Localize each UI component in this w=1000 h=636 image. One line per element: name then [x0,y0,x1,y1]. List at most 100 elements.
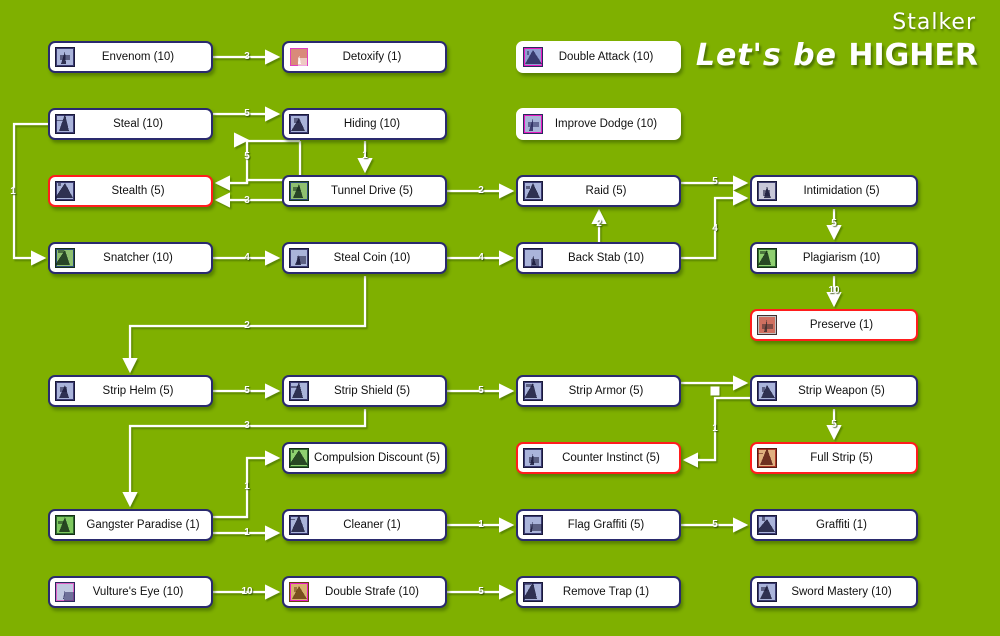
stealth-icon [55,181,75,201]
skill-node-stealth[interactable]: Stealth (5) [48,175,213,207]
skill-node-vultures-eye[interactable]: Vulture's Eye (10) [48,576,213,608]
edge-label-back-stab-raid: 2 [596,218,602,229]
snatcher-icon [55,248,75,268]
skill-node-strip-weapon[interactable]: Strip Weapon (5) [750,375,918,407]
skill-node-label: Compulsion Discount (5) [314,452,440,464]
skill-node-cleaner[interactable]: Cleaner (1) [282,509,447,541]
skill-node-back-stab[interactable]: Back Stab (10) [516,242,681,274]
edge-label-steal-hiding: 5 [244,108,250,119]
remove-trap-icon [523,582,543,602]
skill-node-intimidation[interactable]: Intimidation (5) [750,175,918,207]
skill-node-graffiti[interactable]: Graffiti (1) [750,509,918,541]
edge-marker-strip-armor-strip-weapon [710,386,720,396]
graffiti-icon [757,515,777,535]
skill-node-label: Strip Armor (5) [568,385,644,397]
double-strafe-icon [289,582,309,602]
edge-label-cleaner-flag-graffiti: 1 [478,519,484,530]
skill-node-label: Counter Instinct (5) [562,452,660,464]
skill-node-label: Double Attack (10) [558,51,654,63]
plagiarism-icon [757,248,777,268]
preserve-icon [757,315,777,335]
edge-label-snatcher-steal-coin: 4 [244,252,250,263]
edge-label-gangster-paradise-cleaner: 1 [244,527,250,538]
double-attack-icon [523,47,543,67]
skill-node-full-strip[interactable]: Full Strip (5) [750,442,918,474]
edge-label-strip-shield-gangster-paradise: 3 [244,420,250,431]
skill-tree-canvas: Stalker Let's be HIGHER 3 5 1 5 1 3 2 4 … [0,0,1000,636]
back-stab-icon [523,248,543,268]
strip-armor-icon [523,381,543,401]
skill-node-double-attack[interactable]: Double Attack (10) [516,41,681,73]
skill-node-label: Envenom (10) [101,51,175,63]
skill-node-steal-coin[interactable]: Steal Coin (10) [282,242,447,274]
edge-label-hiding-tunnel-drive: 1 [362,150,368,161]
strip-helm-icon [55,381,75,401]
skill-node-gangster-paradise[interactable]: Gangster Paradise (1) [48,509,213,541]
skill-node-compulsion-discount[interactable]: Compulsion Discount (5) [282,442,447,474]
edge-label-vultures-eye-double-strafe: 10 [241,586,253,597]
raid-icon [523,181,543,201]
edge-label-envenom-detoxify: 3 [244,51,250,62]
edge-label-steal-coin-strip-helm: 2 [244,320,250,331]
edge-label-strip-weapon-full-strip: 5 [831,419,837,430]
edge-label-strip-shield-strip-armor: 5 [478,385,484,396]
skill-node-label: Cleaner (1) [343,519,401,531]
edge-label-strip-helm-strip-shield: 5 [244,385,250,396]
edge-label-flag-graffiti-graffiti: 5 [712,519,718,530]
strip-weapon-icon [757,381,777,401]
skill-node-strip-helm[interactable]: Strip Helm (5) [48,375,213,407]
skill-node-label: Remove Trap (1) [562,586,650,598]
skill-node-tunnel-drive[interactable]: Tunnel Drive (5) [282,175,447,207]
skill-node-label: Graffiti (1) [816,519,867,531]
skill-node-snatcher[interactable]: Snatcher (10) [48,242,213,274]
skill-node-label: Improve Dodge (10) [554,118,658,130]
tunnel-drive-icon [289,181,309,201]
skill-node-counter-instinct[interactable]: Counter Instinct (5) [516,442,681,474]
skill-node-double-strafe[interactable]: Double Strafe (10) [282,576,447,608]
vultures-eye-icon [55,582,75,602]
skill-node-label: Back Stab (10) [567,252,645,264]
skill-node-flag-graffiti[interactable]: Flag Graffiti (5) [516,509,681,541]
skill-node-label: Steal Coin (10) [333,252,411,264]
skill-node-label: Snatcher (10) [103,252,173,264]
skill-node-plagiarism[interactable]: Plagiarism (10) [750,242,918,274]
skill-node-preserve[interactable]: Preserve (1) [750,309,918,341]
skill-node-label: Detoxify (1) [342,51,402,63]
skill-node-hiding[interactable]: Hiding (10) [282,108,447,140]
counter-instinct-icon [523,448,543,468]
skill-node-strip-shield[interactable]: Strip Shield (5) [282,375,447,407]
edge-label-steal-coin-back-stab: 4 [478,252,484,263]
skill-node-label: Steal (10) [113,118,163,130]
skill-node-label: Gangster Paradise (1) [86,519,200,531]
cleaner-icon [289,515,309,535]
skill-node-label: Intimidation (5) [803,185,880,197]
skill-node-label: Raid (5) [585,185,627,197]
skill-node-label: Hiding (10) [343,118,401,130]
skill-node-detoxify[interactable]: Detoxify (1) [282,41,447,73]
skill-node-label: Strip Helm (5) [102,385,174,397]
envenom-icon [55,47,75,67]
skill-node-label: Tunnel Drive (5) [330,185,414,197]
sword-mastery-icon [757,582,777,602]
skill-node-label: Stealth (5) [111,185,165,197]
skill-node-raid[interactable]: Raid (5) [516,175,681,207]
steal-coin-icon [289,248,309,268]
edge-label-tunnel-drive-raid: 2 [478,185,484,196]
skill-node-envenom[interactable]: Envenom (10) [48,41,213,73]
skill-node-label: Flag Graffiti (5) [567,519,645,531]
edge-label-double-strafe-remove-trap: 5 [478,586,484,597]
skill-node-label: Full Strip (5) [810,452,873,464]
edge-label-steal-snatcher: 1 [10,186,16,197]
strip-shield-icon [289,381,309,401]
skill-node-steal[interactable]: Steal (10) [48,108,213,140]
skill-node-remove-trap[interactable]: Remove Trap (1) [516,576,681,608]
compulsion-discount-icon [289,448,309,468]
skill-node-label: Plagiarism (10) [802,252,881,264]
edge-steal-snatcher [12,122,48,266]
edge-label-raid-intimidation: 5 [712,176,718,187]
skill-node-label: Strip Weapon (5) [798,385,885,397]
skill-node-strip-armor[interactable]: Strip Armor (5) [516,375,681,407]
skill-node-improve-dodge[interactable]: Improve Dodge (10) [516,108,681,140]
gangster-paradise-icon [55,515,75,535]
skill-node-sword-mastery[interactable]: Sword Mastery (10) [750,576,918,608]
